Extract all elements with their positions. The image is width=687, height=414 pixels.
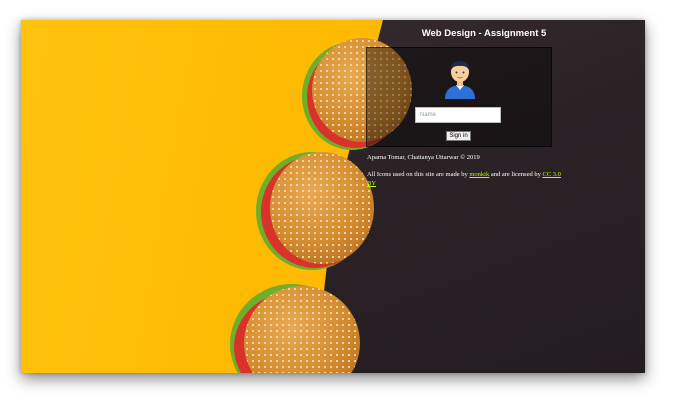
name-input[interactable] [415,107,501,123]
login-panel: Sign in [366,47,552,147]
copyright-text: Aparna Tomar, Chaitanya Uttarwar © 2019 [367,154,480,161]
sign-in-button[interactable]: Sign in [446,131,471,141]
page-title: Web Design - Assignment 5 [421,28,547,39]
footer: Aparna Tomar, Chaitanya Uttarwar © 2019 … [367,153,567,196]
user-avatar-icon [445,61,475,99]
burger-image-bottom [230,282,362,373]
page-screen: Web Design - Assignment 5 Sign in Aparna… [21,20,645,373]
burger-image-middle [256,148,382,276]
credit-text: All Icons used on this site are made by … [367,170,567,188]
author-link[interactable]: monkik [469,171,489,178]
credit-middle: and are licensed by [490,171,541,178]
credit-prefix: All Icons used on this site are made by [367,171,468,178]
